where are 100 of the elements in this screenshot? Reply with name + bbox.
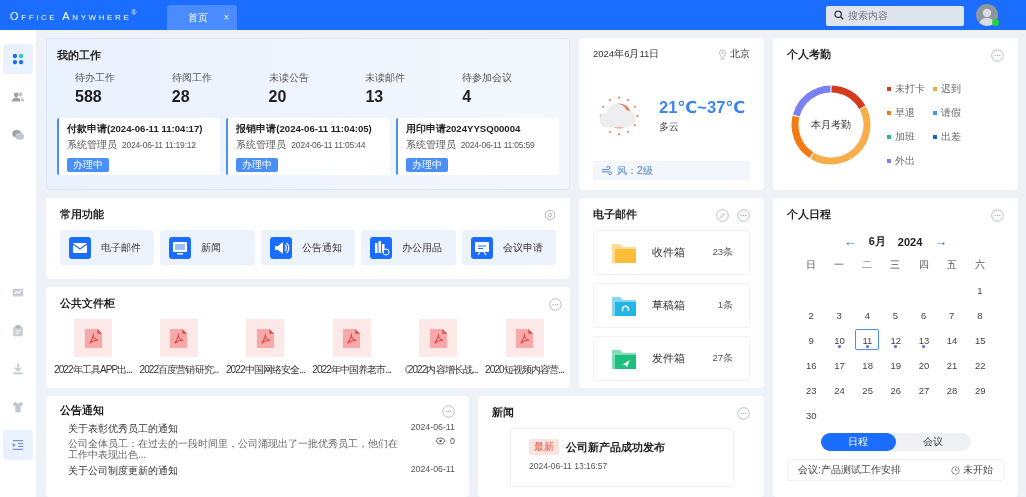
more-icon[interactable] (549, 297, 562, 311)
notice-summary: 公司全体员工：在过去的一段时间里，公司涌现出了一批优秀员工，他们在工作中表现出色... (68, 438, 399, 460)
pdf-file-icon[interactable] (428, 327, 448, 349)
stat-label: 待参加会议 (462, 71, 514, 85)
app-logo: Office Anywhere$^{®}$ (10, 8, 137, 22)
file-name[interactable]: 2022百度营销研究... (139, 363, 219, 377)
next-month-button[interactable]: → (934, 234, 948, 249)
calendar-day[interactable]: 11 (855, 329, 880, 350)
calendar-day[interactable]: 18 (855, 354, 880, 375)
shortcut-button[interactable]: 公告通知 (260, 230, 356, 265)
calendar-day[interactable]: 3 (827, 304, 852, 325)
pdf-file-icon[interactable] (83, 327, 103, 349)
stat-label: 待办工作 (75, 71, 116, 85)
calendar-day[interactable]: 20 (911, 354, 936, 375)
shortcut-button[interactable]: 办公用品 (361, 230, 456, 265)
work-item-time: 2024-06-11 11:05:44 (291, 140, 366, 150)
calendar-day[interactable]: 16 (799, 354, 824, 375)
location-pin-icon (718, 49, 727, 60)
temperature-range: 21℃~37℃ (659, 98, 746, 117)
view-count: 0 (450, 436, 455, 446)
more-icon[interactable] (737, 406, 750, 420)
calendar-day[interactable]: 10 (827, 329, 852, 350)
shortcut-button[interactable]: 新闻 (160, 230, 255, 265)
card-title: 公告通知 (60, 404, 104, 418)
indent-icon[interactable] (3, 430, 33, 460)
calendar-day[interactable]: 9 (799, 329, 824, 350)
mailbox-item[interactable]: 发件箱 27条 (593, 336, 750, 381)
calendar-day[interactable]: 1 (967, 279, 992, 300)
calendar-day[interactable]: 24 (827, 379, 852, 400)
calendar-day[interactable]: 22 (967, 354, 992, 375)
pdf-file-icon[interactable] (169, 327, 189, 349)
pdf-file-icon[interactable] (255, 327, 275, 349)
mailbox-item[interactable]: 收件箱 23条 (593, 230, 750, 275)
calendar-day[interactable]: 12 (883, 329, 908, 350)
card-title: 常用功能 (60, 208, 104, 222)
calendar-day[interactable]: 29 (967, 379, 992, 400)
more-icon[interactable] (991, 48, 1004, 62)
calendar-day[interactable]: 5 (883, 304, 908, 325)
dashboard-icon[interactable] (3, 44, 33, 74)
shortcut-button[interactable]: 会议申请 (461, 230, 557, 265)
search-field[interactable]: 搜索内容 (826, 5, 964, 26)
weather-city: 北京 (730, 48, 750, 61)
more-icon[interactable] (737, 208, 750, 222)
file-name[interactable]: 2022中国网络安全... (225, 363, 305, 377)
news-time: 2024-06-11 13:16:57 (529, 461, 609, 471)
legend-label: 迟到 (941, 82, 961, 96)
calendar-day[interactable]: 13 (911, 329, 936, 350)
status-badge: 办理中 (405, 158, 448, 172)
card-title: 电子邮件 (593, 208, 637, 222)
work-item-card[interactable]: 报销申请(2024-06-11 11:04:05) 系统管理员 2024-06-11 11:05:44 办理中 (226, 118, 390, 175)
pdf-file-icon[interactable] (342, 327, 362, 349)
file-name[interactable]: 《2022内容增长战... (398, 363, 478, 377)
calendar-day[interactable]: 7 (939, 304, 964, 325)
calendar-day[interactable]: 4 (855, 304, 880, 325)
work-item-time: 2024-06-11 11:05:59 (460, 140, 535, 150)
calendar-day[interactable]: 28 (939, 379, 964, 400)
calendar-day[interactable]: 15 (967, 329, 992, 350)
settings-icon[interactable] (544, 209, 556, 221)
file-name[interactable]: 2020短视频内容营... (485, 363, 564, 377)
previous-month-button[interactable]: ← (843, 234, 857, 249)
tab[interactable]: 会议 (895, 433, 971, 451)
chart-center-label: 本月考勤 (810, 118, 852, 132)
notice-title[interactable]: 关于公司制度更新的通知 (68, 464, 178, 478)
calendar-day[interactable]: 2 (799, 304, 824, 325)
calendar-day[interactable]: 27 (911, 379, 936, 400)
calendar-day[interactable]: 17 (827, 354, 852, 375)
calendar-day[interactable]: 23 (799, 379, 824, 400)
avatar[interactable] (976, 4, 998, 26)
mailbox-item[interactable]: 草稿箱 1条 (593, 283, 750, 328)
schedule-item[interactable]: 会议:产品测试工作安排 未开始 (787, 459, 1004, 481)
notice-date: 2024-06-11 (410, 464, 455, 474)
card-title: 个人考勤 (787, 48, 831, 62)
calendar-day[interactable]: 8 (967, 304, 992, 325)
tab[interactable]: 日程 (820, 433, 896, 451)
legend-label: 加班 (895, 130, 915, 144)
file-name[interactable]: 2022年工具APP出... (54, 363, 132, 377)
shortcut-button[interactable]: 电子邮件 (60, 230, 155, 265)
notice-title[interactable]: 关于表彰优秀员工的通知 (68, 422, 399, 436)
weather-date: 2024年6月11日 (593, 48, 660, 61)
work-item-author: 系统管理员 (67, 138, 117, 152)
calendar-month: 6月 (868, 234, 886, 249)
pdf-file-icon[interactable] (515, 327, 534, 349)
new-badge: 最新 (529, 439, 559, 455)
calendar-day[interactable]: 19 (883, 354, 908, 375)
legend-label: 未打卡 (895, 82, 925, 96)
weekday-label: 六 (973, 259, 986, 272)
stat-label: 未读公告 (268, 71, 310, 85)
edit-icon[interactable] (716, 208, 729, 222)
work-item-card[interactable]: 用印申请2024YYSQ00004 系统管理员 2024-06-11 11:05:59 办理中 (395, 118, 559, 175)
work-item-card[interactable]: 付款申请(2024-06-11 11:04:17) 系统管理员 2024-06-11 11:19:12 办理中 (57, 118, 221, 175)
more-icon[interactable] (442, 404, 455, 418)
more-icon[interactable] (991, 208, 1004, 222)
calendar-day[interactable]: 25 (855, 379, 880, 400)
file-name[interactable]: 2022年中国养老市... (312, 363, 392, 377)
calendar-day[interactable]: 6 (911, 304, 936, 325)
news-title[interactable]: 公司新产品成功发布 (566, 439, 665, 455)
calendar-day[interactable]: 26 (883, 379, 908, 400)
calendar-day[interactable]: 14 (939, 329, 964, 350)
calendar-day[interactable]: 21 (939, 354, 964, 375)
calendar-day[interactable]: 30 (799, 404, 824, 425)
